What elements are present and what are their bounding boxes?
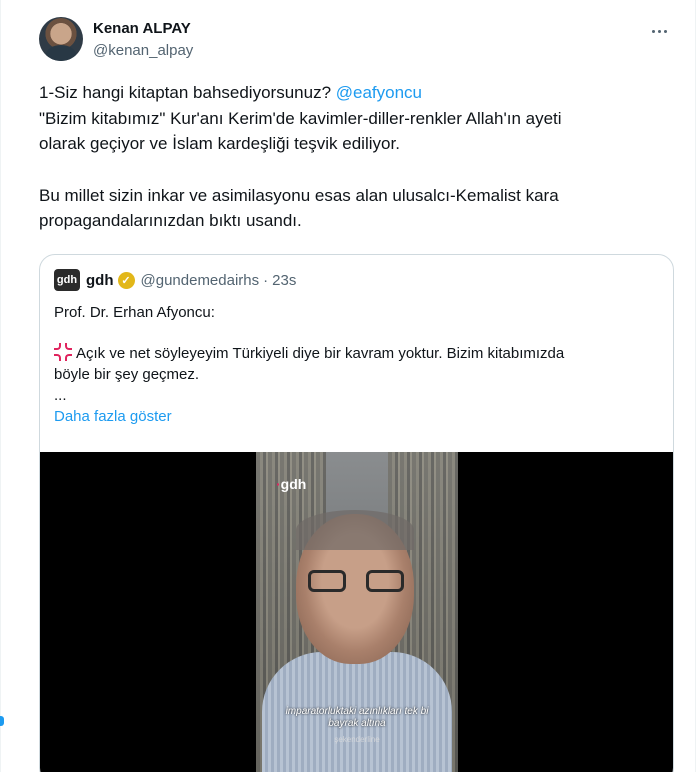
tweet-text-line: olarak geçiyor ve İslam kardeşliği teşvi… <box>39 134 400 153</box>
author-display-name[interactable]: Kenan ALPAY <box>93 20 191 37</box>
glasses <box>308 570 404 594</box>
verified-badge-icon: ✓ <box>117 271 135 289</box>
more-horizontal-icon <box>650 20 668 38</box>
quoted-timestamp[interactable]: 23s <box>272 272 296 289</box>
author-avatar[interactable] <box>39 17 83 61</box>
video-caption-line: bayrak altına <box>328 718 386 729</box>
tweet-text-line: 1-Siz hangi kitaptan bahsediyorsunuz? @e… <box>39 80 669 106</box>
quoted-author-handle[interactable]: @gundemedairhs <box>141 272 260 289</box>
video-caption-line: imparatorluktaki azınlıkları tek bi <box>285 706 429 717</box>
tweet[interactable]: Kenan ALPAY @kenan_alpay 1-Siz hangi kit… <box>22 0 682 772</box>
quoted-tweet-text: Prof. Dr. Erhan Afyoncu: Açık ve net söy… <box>54 302 664 427</box>
quoted-text-line: Açık ve net söyleyeyim Türkiyeli diye bi… <box>54 343 664 364</box>
timeline-right-border <box>695 0 696 772</box>
person-hair <box>296 510 414 550</box>
quoted-tweet[interactable]: gdh gdh ✓ @gundemedairhs · 23s Prof. Dr.… <box>39 254 674 772</box>
video-player[interactable]: ·gdh imparatorluktaki azınlıkları tek bi… <box>40 452 673 772</box>
quoted-author-avatar[interactable]: gdh <box>54 269 80 291</box>
tweet-text-line: "Bizim kitabımız" Kur'anı Kerim'de kavim… <box>39 108 562 128</box>
edge-indicator <box>0 716 4 726</box>
more-options-button[interactable] <box>644 17 674 41</box>
video-caption: imparatorluktaki azınlıkları tek bi bayr… <box>256 706 458 730</box>
quoted-author-name[interactable]: gdh <box>86 272 114 289</box>
tweet-text: 1-Siz hangi kitaptan bahsediyorsunuz? @e… <box>39 80 669 234</box>
separator-dot: · <box>263 271 269 289</box>
quoted-text-line: Prof. Dr. Erhan Afyoncu: <box>54 304 215 321</box>
anger-emoji-icon <box>54 343 72 361</box>
video-frame[interactable]: ·gdh imparatorluktaki azınlıkları tek bi… <box>256 452 458 772</box>
tweet-text-line: Bu millet sizin inkar ve asimilasyonu es… <box>39 185 559 205</box>
quoted-text-segment: Açık ve net söyleyeyim Türkiyeli diye bi… <box>76 345 565 362</box>
video-caption-sub: şekenderline <box>334 735 380 744</box>
video-watermark-logo: ·gdh <box>276 476 307 492</box>
mention-link[interactable]: @eafyoncu <box>336 83 422 102</box>
quoted-tweet-header: gdh gdh ✓ @gundemedairhs · 23s <box>54 269 296 291</box>
quoted-text-ellipsis: ... <box>54 387 67 404</box>
tweet-text-segment: 1-Siz hangi kitaptan bahsediyorsunuz? <box>39 83 336 102</box>
timeline-left-border <box>0 0 1 772</box>
show-more-link[interactable]: Daha fazla göster <box>54 406 664 427</box>
quoted-text-line: böyle bir şey geçmez. <box>54 366 200 383</box>
tweet-text-line: propagandalarınızdan bıktı usandı. <box>39 211 302 230</box>
author-handle[interactable]: @kenan_alpay <box>93 42 193 59</box>
